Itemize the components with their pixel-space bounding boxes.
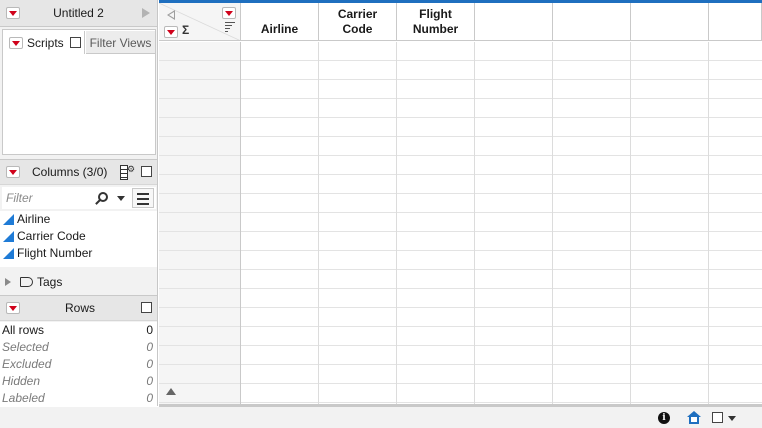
- scripts-red-triangle-menu[interactable]: [9, 37, 23, 49]
- stat-value: 0: [146, 374, 153, 388]
- tab-scripts-label: Scripts: [27, 36, 64, 50]
- filter-options-icon[interactable]: [132, 188, 154, 208]
- rows-stat-selected[interactable]: Selected 0: [0, 339, 157, 356]
- status-bar: i: [0, 407, 762, 428]
- column-list: Airline Carrier Code Flight Number: [0, 211, 157, 267]
- column-header-carrier-code[interactable]: Carrier Code: [319, 3, 397, 41]
- tag-icon: [20, 277, 33, 287]
- scroll-up-arrow-icon[interactable]: [166, 388, 176, 395]
- row-header-lines: [159, 42, 240, 404]
- left-panel: Untitled 2 Scripts Filter Views Columns …: [0, 0, 158, 406]
- summary-sigma-icon[interactable]: Σ: [182, 23, 189, 37]
- column-settings-icon[interactable]: [120, 164, 135, 180]
- scripts-checkbox[interactable]: [70, 37, 81, 48]
- table-body[interactable]: [241, 42, 762, 404]
- rows-hotspot-red-triangle[interactable]: [164, 26, 178, 38]
- columns-checkbox[interactable]: [141, 166, 152, 177]
- list-item[interactable]: Carrier Code: [0, 228, 157, 245]
- column-name: Airline: [17, 212, 51, 226]
- rows-checkbox[interactable]: [141, 302, 152, 313]
- column-name: Carrier Code: [17, 229, 86, 243]
- rows-stat-all[interactable]: All rows 0: [0, 322, 157, 339]
- home-icon[interactable]: [687, 411, 701, 424]
- list-item[interactable]: Flight Number: [0, 245, 157, 262]
- stat-value: 0: [146, 323, 153, 337]
- stat-label: Labeled: [2, 391, 45, 405]
- run-script-icon[interactable]: [142, 8, 150, 18]
- table-title: Untitled 2: [53, 6, 104, 20]
- column-filter-row: [2, 187, 156, 209]
- list-item[interactable]: Airline: [0, 211, 157, 228]
- stat-label: All rows: [2, 323, 45, 337]
- rows-stat-excluded[interactable]: Excluded 0: [0, 356, 157, 373]
- collapse-left-icon[interactable]: [167, 10, 175, 20]
- rows-stat-labeled[interactable]: Labeled 0: [0, 390, 157, 407]
- info-icon[interactable]: i: [658, 412, 670, 424]
- columns-red-triangle-menu[interactable]: [6, 166, 20, 178]
- grid-corner: Σ: [159, 3, 241, 41]
- tab-scripts[interactable]: Scripts: [4, 31, 85, 54]
- stat-value: 0: [146, 357, 153, 371]
- chevron-down-icon[interactable]: [728, 416, 736, 421]
- expand-triangle-icon[interactable]: [5, 278, 11, 286]
- window-list-checkbox[interactable]: [712, 412, 723, 423]
- column-header-airline[interactable]: Airline: [241, 3, 319, 41]
- row-header-column: [159, 42, 241, 404]
- stat-label: Excluded: [2, 357, 52, 371]
- data-grid: Σ Airline Carrier Code Flight Number: [159, 0, 762, 406]
- stat-label: Selected: [2, 340, 49, 354]
- search-options-chevron-down-icon[interactable]: [117, 196, 125, 201]
- tab-filter-views[interactable]: Filter Views: [86, 31, 155, 54]
- column-header-flight-number[interactable]: Flight Number: [397, 3, 475, 41]
- sort-icon[interactable]: [225, 22, 235, 32]
- continuous-column-icon: [3, 231, 14, 242]
- search-icon[interactable]: [98, 192, 108, 202]
- column-name: Flight Number: [17, 246, 93, 260]
- stat-value: 0: [146, 340, 153, 354]
- rows-stats: All rows 0 Selected 0 Excluded 0 Hidden …: [0, 322, 157, 406]
- scripts-panel: Scripts Filter Views: [2, 29, 156, 155]
- columns-panel-header: Columns (3/0): [0, 159, 157, 185]
- continuous-column-icon: [3, 248, 14, 259]
- tags-row[interactable]: Tags: [0, 272, 157, 292]
- column-header-empty[interactable]: [553, 3, 631, 41]
- stat-value: 0: [146, 391, 153, 405]
- rows-stat-hidden[interactable]: Hidden 0: [0, 373, 157, 390]
- column-header-empty[interactable]: [709, 3, 762, 41]
- column-header-empty[interactable]: [475, 3, 553, 41]
- columns-hotspot-red-triangle[interactable]: [222, 7, 236, 19]
- tags-label: Tags: [37, 275, 63, 289]
- columns-title: Columns (3/0): [32, 165, 108, 179]
- rows-title: Rows: [64, 301, 95, 315]
- continuous-column-icon: [3, 214, 14, 225]
- stat-label: Hidden: [2, 374, 41, 388]
- home-base: [689, 417, 699, 424]
- column-header-empty[interactable]: [631, 3, 709, 41]
- rows-panel-header: Rows: [0, 295, 157, 321]
- table-title-bar: Untitled 2: [0, 0, 157, 27]
